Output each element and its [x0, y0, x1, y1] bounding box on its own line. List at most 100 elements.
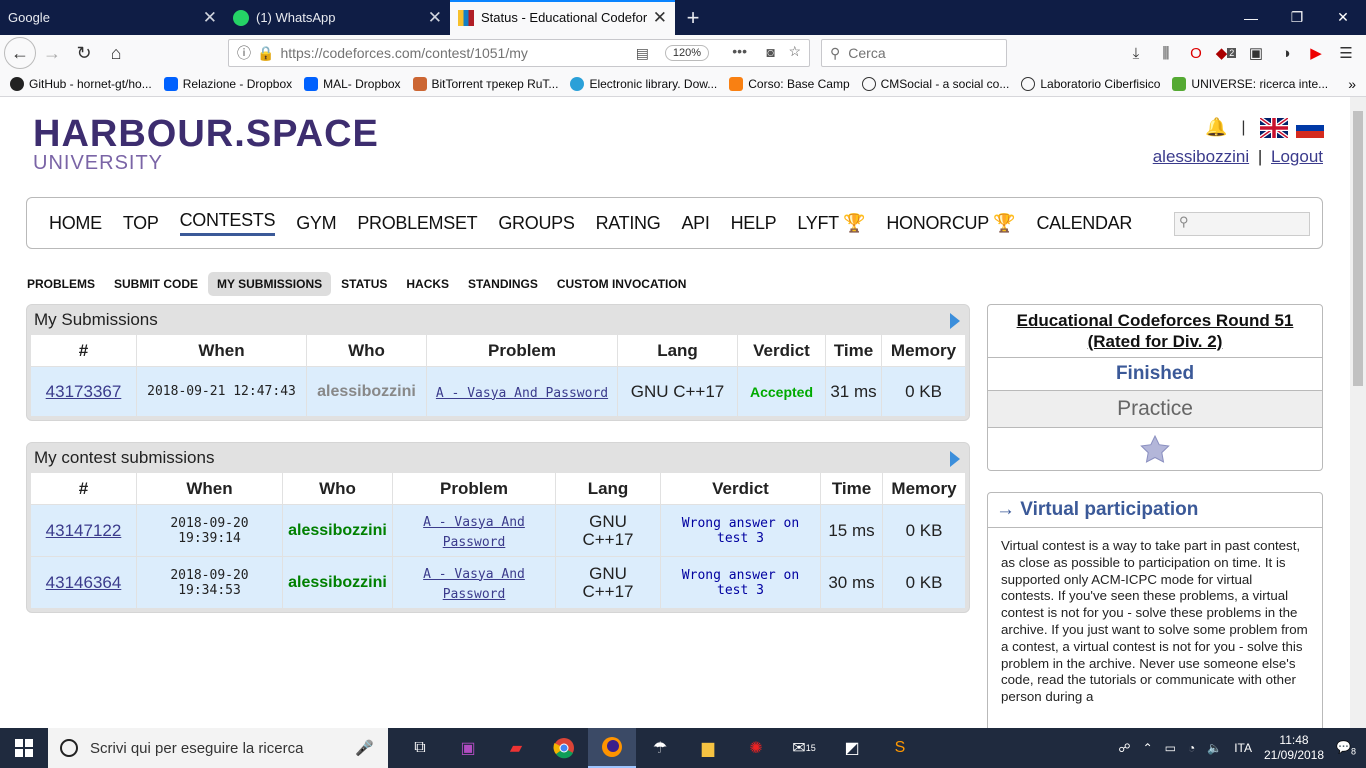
- maximize-icon[interactable]: ❐: [1274, 0, 1320, 35]
- menu-rating[interactable]: RATING: [596, 213, 661, 234]
- pdf-tool-icon[interactable]: ▣: [444, 728, 492, 768]
- umbrella-app-icon[interactable]: ☂: [636, 728, 684, 768]
- tab-codeforces[interactable]: Status - Educational Codeforce ✕: [450, 0, 675, 35]
- verdict-cell[interactable]: Wrong answer on test 3: [660, 504, 821, 557]
- back-icon[interactable]: ←: [4, 37, 36, 69]
- bookmark-item[interactable]: CMSocial - a social co...: [861, 76, 1009, 91]
- tab-google[interactable]: Google ✕: [0, 0, 225, 35]
- submenu-hacks[interactable]: HACKS: [406, 272, 449, 296]
- bookmark-item[interactable]: GitHub - hornet-gt/ho...: [10, 76, 152, 91]
- language-indicator[interactable]: ITA: [1234, 741, 1252, 755]
- who-cell[interactable]: alessibozzini: [306, 366, 427, 417]
- submission-id-link[interactable]: 43147122: [46, 521, 122, 540]
- red-app-icon[interactable]: ✺: [732, 728, 780, 768]
- vertical-scrollbar[interactable]: [1350, 97, 1366, 728]
- problem-link[interactable]: A - Vasya And Password: [423, 567, 525, 602]
- search-box[interactable]: ⚲ Cerca: [821, 39, 1007, 67]
- menu-help[interactable]: HELP: [731, 213, 777, 234]
- submission-id-link[interactable]: 43173367: [46, 382, 122, 401]
- bookmark-star-icon[interactable]: ☆: [788, 43, 801, 60]
- chrome-icon[interactable]: [540, 728, 588, 768]
- extension-icon[interactable]: ◆ 2: [1214, 39, 1238, 67]
- submenu-status[interactable]: STATUS: [341, 272, 387, 296]
- scrollbar-thumb[interactable]: [1353, 111, 1363, 386]
- zoom-level[interactable]: 120%: [664, 45, 709, 61]
- microphone-icon[interactable]: 🎤: [355, 739, 374, 757]
- submission-id-link[interactable]: 43146364: [46, 573, 122, 592]
- opera-icon[interactable]: O: [1184, 39, 1208, 67]
- home-icon[interactable]: ⌂: [100, 37, 132, 69]
- expand-arrow-icon[interactable]: [950, 313, 960, 329]
- verdict-cell[interactable]: Wrong answer on test 3: [660, 556, 821, 609]
- sticky-notes-icon[interactable]: ◩: [828, 728, 876, 768]
- battery-icon[interactable]: ▭: [1165, 741, 1176, 755]
- pocket-icon[interactable]: ◙: [767, 44, 775, 60]
- menu-api[interactable]: API: [681, 213, 709, 234]
- menu-icon[interactable]: ☰: [1334, 39, 1358, 67]
- expand-arrow-icon[interactable]: [950, 451, 960, 467]
- site-search-input[interactable]: ⚲: [1174, 212, 1310, 236]
- network-icon[interactable]: ◔: [1188, 741, 1195, 755]
- container-icon[interactable]: ◑: [1274, 39, 1298, 67]
- menu-gym[interactable]: GYM: [296, 213, 336, 234]
- mail-icon[interactable]: ✉ 15: [780, 728, 828, 768]
- minimize-icon[interactable]: —: [1228, 0, 1274, 35]
- submenu-my-submissions[interactable]: MY SUBMISSIONS: [208, 272, 332, 296]
- bookmark-item[interactable]: UNIVERSE: ricerca inte...: [1172, 76, 1328, 91]
- bookmark-item[interactable]: Electronic library. Dow...: [570, 76, 717, 91]
- submenu-custom-invocation[interactable]: CUSTOM INVOCATION: [557, 272, 687, 296]
- file-explorer-icon[interactable]: ▆: [684, 728, 732, 768]
- site-logo[interactable]: HARBOUR.SPACE UNIVERSITY: [33, 113, 379, 175]
- volume-icon[interactable]: 🔈: [1207, 741, 1222, 755]
- url-bar[interactable]: ⓘ 🔒 https://codeforces.com/contest/1051/…: [228, 39, 810, 67]
- close-tab-icon[interactable]: ✕: [203, 8, 217, 28]
- more-icon[interactable]: •••: [732, 43, 747, 59]
- taskbar-search[interactable]: Scrivi qui per eseguire la ricerca 🎤: [48, 728, 388, 768]
- english-flag-icon[interactable]: [1259, 117, 1288, 138]
- pdf-reader-icon[interactable]: ▰: [492, 728, 540, 768]
- close-window-icon[interactable]: ✕: [1320, 0, 1366, 35]
- menu-lyft[interactable]: LYFT 🏆: [797, 213, 865, 234]
- youtube-icon[interactable]: ▶: [1304, 39, 1328, 67]
- download-icon[interactable]: ⤓: [1124, 39, 1148, 67]
- menu-top[interactable]: TOP: [123, 213, 159, 234]
- sidebar-icon[interactable]: ▣: [1244, 39, 1268, 67]
- windows-start-icon[interactable]: [0, 728, 48, 768]
- bell-icon[interactable]: 🔔: [1205, 117, 1227, 138]
- menu-groups[interactable]: GROUPS: [498, 213, 575, 234]
- favorite-star-icon[interactable]: [988, 428, 1322, 470]
- who-cell[interactable]: alessibozzini: [282, 556, 393, 609]
- menu-problemset[interactable]: PROBLEMSET: [357, 213, 477, 234]
- menu-honorcup[interactable]: HONORCUP 🏆: [886, 213, 1015, 234]
- bookmark-item[interactable]: Relazione - Dropbox: [163, 76, 292, 91]
- people-icon[interactable]: ☍: [1118, 741, 1130, 755]
- bookmark-item[interactable]: Corso: Base Camp: [729, 76, 850, 91]
- show-hidden-icons[interactable]: ⌃: [1143, 741, 1153, 755]
- bookmark-item[interactable]: BitTorrent трекер RuT...: [412, 76, 558, 91]
- russian-flag-icon[interactable]: [1295, 117, 1324, 138]
- logout-link[interactable]: Logout: [1271, 147, 1323, 166]
- contest-title-link[interactable]: Educational Codeforces Round 51 (Rated f…: [988, 305, 1322, 358]
- problem-link[interactable]: A - Vasya And Password: [436, 386, 608, 401]
- close-tab-icon[interactable]: ✕: [428, 8, 442, 28]
- submenu-standings[interactable]: STANDINGS: [468, 272, 538, 296]
- clock[interactable]: 11:48 21/09/2018: [1264, 733, 1324, 763]
- forward-icon[interactable]: →: [36, 37, 68, 69]
- info-icon[interactable]: ⓘ: [237, 43, 251, 63]
- reader-view-icon[interactable]: ▤: [636, 45, 649, 62]
- bookmark-item[interactable]: Laboratorio Ciberfisico: [1021, 76, 1160, 91]
- firefox-icon[interactable]: [588, 728, 636, 768]
- submenu-problems[interactable]: PROBLEMS: [27, 272, 95, 296]
- menu-contests[interactable]: CONTESTS: [179, 210, 276, 236]
- tab-whatsapp[interactable]: (1) WhatsApp ✕: [225, 0, 450, 35]
- bookmarks-overflow-icon[interactable]: »: [1348, 76, 1356, 92]
- sublime-text-icon[interactable]: S: [876, 728, 924, 768]
- bookmark-item[interactable]: MAL- Dropbox: [304, 76, 401, 91]
- verdict-cell[interactable]: Accepted: [737, 366, 826, 417]
- action-center-icon[interactable]: 💬8: [1336, 740, 1356, 756]
- task-view-icon[interactable]: ⧉: [396, 728, 444, 768]
- menu-home[interactable]: HOME: [49, 213, 102, 234]
- new-tab-icon[interactable]: +: [675, 0, 711, 35]
- submenu-submit-code[interactable]: SUBMIT CODE: [114, 272, 198, 296]
- reload-icon[interactable]: ↻: [68, 37, 100, 69]
